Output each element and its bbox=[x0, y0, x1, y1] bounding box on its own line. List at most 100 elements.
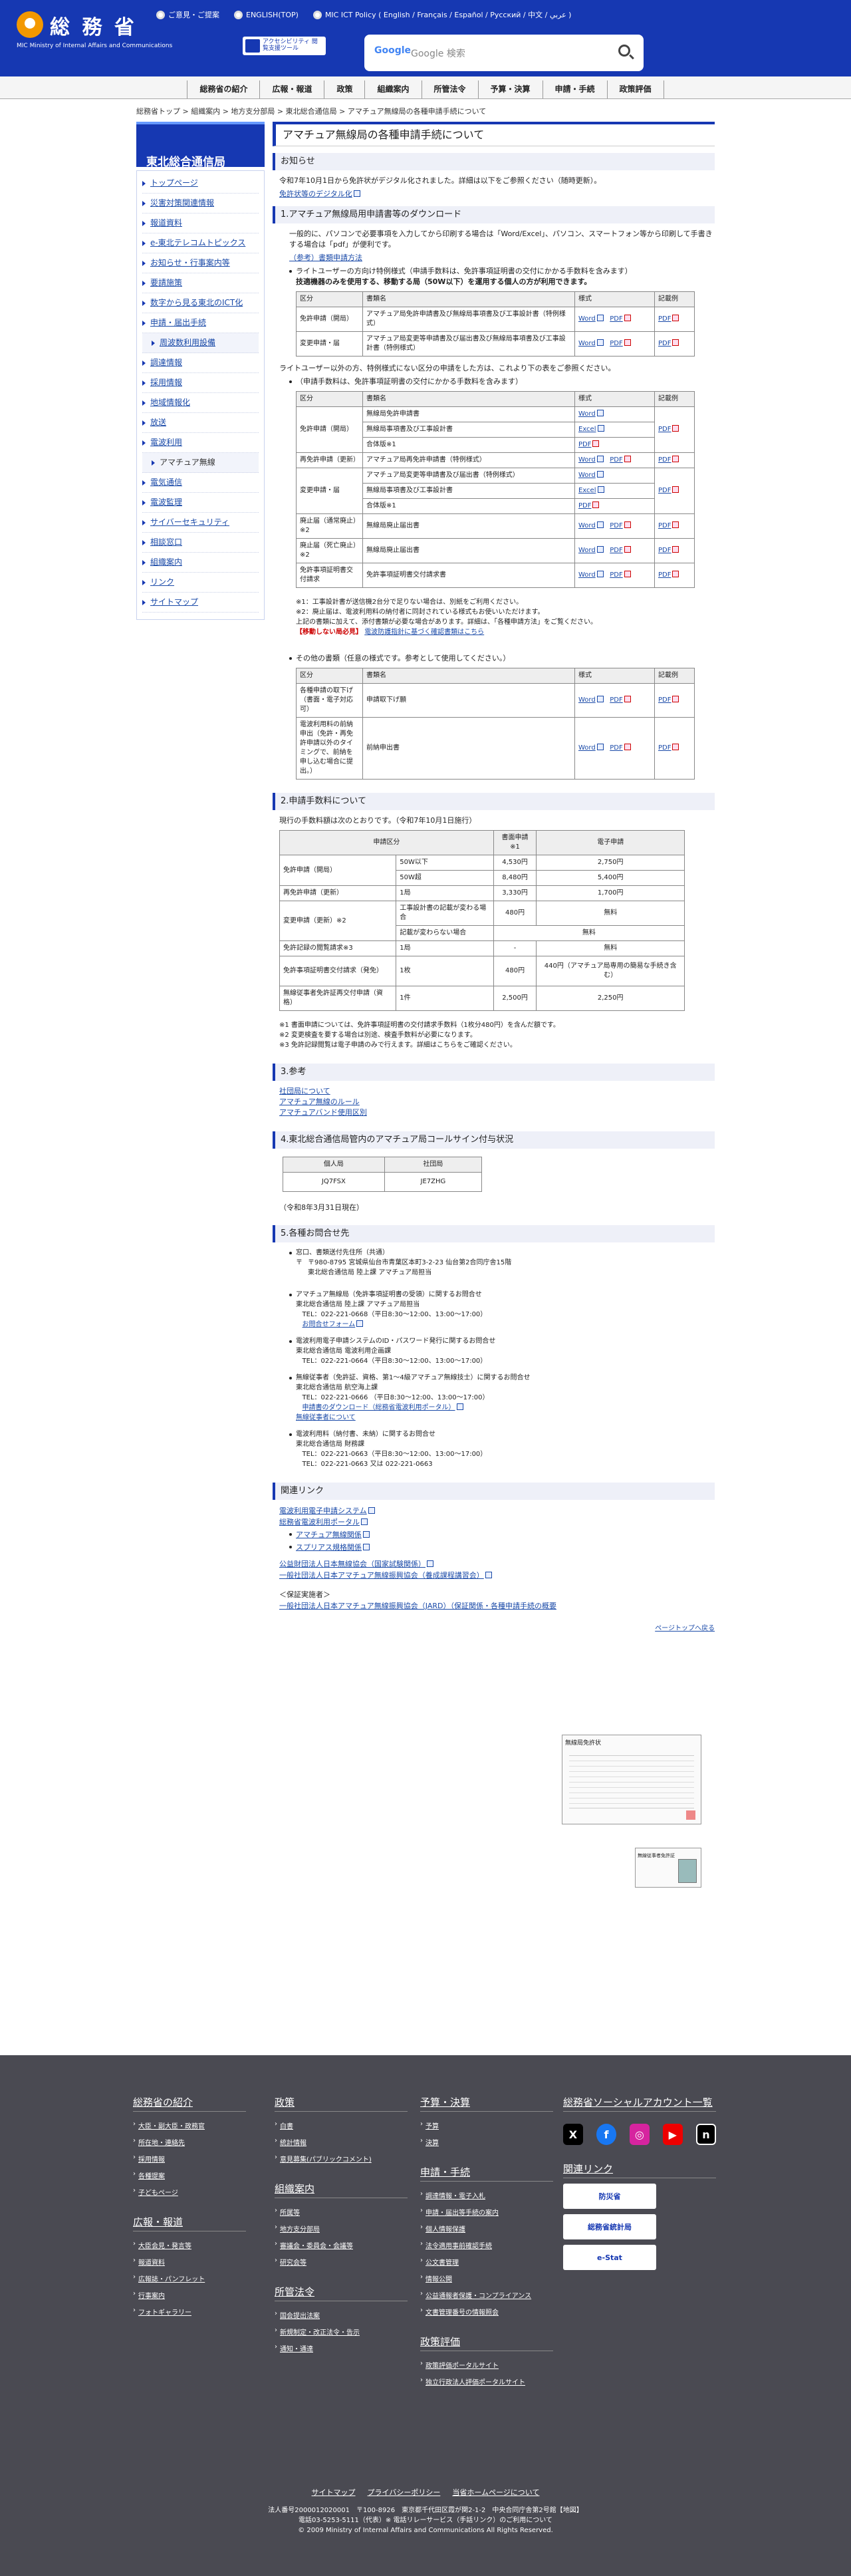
e-application-link[interactable]: 電波利用電子申請システム bbox=[279, 1506, 367, 1515]
sidebar-item[interactable]: お知らせ・行事案内等 bbox=[142, 253, 259, 273]
contact-link[interactable]: お問合せフォーム bbox=[303, 1321, 356, 1328]
x-icon[interactable]: X bbox=[563, 2124, 583, 2145]
contact-link[interactable]: 申請書のダウンロード（総務省電波利用ポータル） bbox=[303, 1404, 455, 1411]
footer-heading[interactable]: 広報・報道 bbox=[133, 2215, 246, 2231]
sidebar-item[interactable]: e-東北テレコムトピックス bbox=[142, 233, 259, 253]
word-download-link[interactable]: Word bbox=[578, 410, 596, 418]
pdf-download-link[interactable]: PDF bbox=[658, 487, 671, 494]
footer-link[interactable]: 大臣・副大臣・政務官 bbox=[133, 2117, 246, 2134]
footer-heading[interactable]: 所管法令 bbox=[275, 2285, 408, 2301]
notice-link[interactable]: 免許状等のデジタル化 bbox=[279, 190, 352, 198]
footer-link[interactable]: 独立行政法人評価ポータルサイト bbox=[420, 2373, 553, 2390]
pdf-download-link[interactable]: PDF bbox=[658, 315, 671, 323]
footer-bottom-link[interactable]: 当省ホームページについて bbox=[452, 2488, 539, 2498]
radio-protection-link[interactable]: 電波防護指針に基づく確認書類はこちら bbox=[364, 629, 484, 636]
footer-link[interactable]: 国会提出法案 bbox=[275, 2307, 408, 2323]
band-plan-link[interactable]: アマチュアバンド使用区別 bbox=[279, 1108, 367, 1117]
sidebar-item[interactable]: 報道資料 bbox=[142, 214, 259, 233]
sidebar-item[interactable]: 電波利用 bbox=[142, 433, 259, 453]
pdf-download-link[interactable]: PDF bbox=[610, 456, 622, 464]
sidebar-item[interactable]: 電気通信 bbox=[142, 473, 259, 493]
accessibility-tool-button[interactable]: アクセシビリティ 閲覧支援ツール bbox=[243, 37, 326, 55]
jard-course-link[interactable]: 一般社団法人日本アマチュア無線振興協会（養成課程講習会） bbox=[279, 1571, 484, 1580]
nav-item[interactable]: 組織案内 bbox=[365, 80, 422, 98]
footer-link[interactable]: 統計情報 bbox=[275, 2134, 408, 2150]
nav-item[interactable]: 予算・決算 bbox=[479, 80, 543, 98]
word-download-link[interactable]: Word bbox=[578, 744, 596, 752]
footer-link[interactable]: 政策評価ポータルサイト bbox=[420, 2357, 553, 2373]
footer-link[interactable]: 大臣会見・発言等 bbox=[133, 2237, 246, 2253]
exam-link[interactable]: 無線従事者について bbox=[296, 1414, 356, 1421]
word-download-link[interactable]: Word bbox=[578, 522, 596, 529]
word-download-link[interactable]: Word bbox=[578, 696, 596, 704]
rules-link[interactable]: アマチュア無線のルール bbox=[279, 1097, 360, 1106]
ict-policy-link[interactable]: MIC ICT Policy ( English / Français / Es… bbox=[312, 9, 571, 20]
facebook-icon[interactable]: f bbox=[596, 2124, 616, 2145]
footer-bottom-link[interactable]: プライバシーポリシー bbox=[368, 2488, 441, 2498]
sidebar-item[interactable]: 申請・届出手続 bbox=[142, 313, 259, 333]
footer-link[interactable]: 地方支分部局 bbox=[275, 2220, 408, 2237]
footer-link[interactable]: 予算 bbox=[420, 2117, 553, 2134]
sidebar-item[interactable]: サイバーセキュリティ bbox=[142, 513, 259, 533]
search-input[interactable]: Google 検索 bbox=[411, 47, 465, 60]
word-download-link[interactable]: Word bbox=[578, 472, 596, 479]
stats-bureau-banner[interactable]: 総務省統計局 bbox=[563, 2214, 656, 2239]
sidebar-item[interactable]: 電波監理 bbox=[142, 493, 259, 513]
search-box[interactable]: Google Google 検索 bbox=[364, 35, 644, 71]
footer-link[interactable]: 報道資料 bbox=[133, 2253, 246, 2270]
pdf-download-link[interactable]: PDF bbox=[658, 426, 671, 433]
pdf-download-link[interactable]: PDF bbox=[610, 571, 622, 579]
footer-link[interactable]: 通知・通達 bbox=[275, 2340, 408, 2357]
pdf-download-link[interactable]: PDF bbox=[658, 696, 671, 704]
footer-link[interactable]: 研究会等 bbox=[275, 2253, 408, 2270]
radio-portal-link[interactable]: 総務省電波利用ポータル bbox=[279, 1518, 360, 1526]
youtube-icon[interactable]: ▶ bbox=[662, 2124, 683, 2145]
sidebar-item[interactable]: 調達情報 bbox=[142, 353, 259, 373]
footer-heading[interactable]: 政策 bbox=[275, 2095, 408, 2112]
sidebar-item[interactable]: 周波数利用設備 bbox=[142, 333, 259, 353]
pdf-download-link[interactable]: PDF bbox=[610, 315, 622, 323]
excel-download-link[interactable]: Excel bbox=[578, 487, 596, 494]
pdf-download-link[interactable]: PDF bbox=[610, 696, 622, 704]
word-download-link[interactable]: Word bbox=[578, 315, 596, 323]
sidebar-item[interactable]: 採用情報 bbox=[142, 373, 259, 393]
sidebar-item[interactable]: 組織案内 bbox=[142, 553, 259, 573]
sidebar-item[interactable]: 地域情報化 bbox=[142, 393, 259, 413]
amateur-related-link[interactable]: アマチュア無線関係 bbox=[296, 1530, 362, 1539]
spurious-link[interactable]: スプリアス規格関係 bbox=[296, 1543, 362, 1552]
sidebar-item[interactable]: 放送 bbox=[142, 413, 259, 433]
bousai-banner[interactable]: 防災省 bbox=[563, 2184, 656, 2209]
nav-item[interactable]: 政策 bbox=[324, 80, 366, 98]
nav-item[interactable]: 政策評価 bbox=[608, 80, 664, 98]
page-top-link[interactable]: ページトップへ戻る bbox=[655, 1625, 715, 1632]
application-method-link[interactable]: （参考）書類申請方法 bbox=[289, 253, 362, 262]
footer-link[interactable]: 公文書管理 bbox=[420, 2253, 553, 2270]
footer-link[interactable]: 情報公開 bbox=[420, 2270, 553, 2287]
club-station-link[interactable]: 社団局について bbox=[279, 1087, 330, 1095]
nav-item[interactable]: 所管法令 bbox=[422, 80, 479, 98]
pdf-download-link[interactable]: PDF bbox=[610, 744, 622, 752]
footer-link[interactable]: 個人情報保護 bbox=[420, 2220, 553, 2237]
excel-download-link[interactable]: Excel bbox=[578, 426, 596, 433]
word-download-link[interactable]: Word bbox=[578, 340, 596, 347]
footer-link[interactable]: 所属等 bbox=[275, 2204, 408, 2220]
footer-link[interactable]: 白書 bbox=[275, 2117, 408, 2134]
note-icon[interactable]: n bbox=[695, 2124, 717, 2145]
footer-link[interactable]: 各種提案 bbox=[133, 2167, 246, 2184]
sidebar-item[interactable]: トップページ bbox=[142, 174, 259, 194]
pdf-download-link[interactable]: PDF bbox=[658, 547, 671, 554]
footer-link[interactable]: 意見募集(パブリックコメント) bbox=[275, 2150, 408, 2167]
breadcrumb[interactable]: 総務省トップ > 組織案内 > 地方支分部局 > 東北総合通信局 > アマチュア… bbox=[136, 106, 486, 116]
footer-link[interactable]: 審議会・委員会・会議等 bbox=[275, 2237, 408, 2253]
footer-link[interactable]: 公益通報者保護・コンプライアンス bbox=[420, 2287, 553, 2303]
jard-guarantee-link[interactable]: 一般社団法人日本アマチュア無線振興協会（JARD）（保証関係・各種申請手続の概要 bbox=[279, 1602, 556, 1610]
pdf-download-link[interactable]: PDF bbox=[658, 340, 671, 347]
footer-link[interactable]: 採用情報 bbox=[133, 2150, 246, 2167]
nav-item[interactable]: 申請・手続 bbox=[543, 80, 608, 98]
word-download-link[interactable]: Word bbox=[578, 547, 596, 554]
footer-link[interactable]: 調達情報・電子入札 bbox=[420, 2187, 553, 2204]
footer-link[interactable]: 子どもページ bbox=[133, 2184, 246, 2200]
footer-heading[interactable]: 申請・手続 bbox=[420, 2165, 553, 2182]
sidebar-item[interactable]: サイトマップ bbox=[142, 593, 259, 613]
pdf-download-link[interactable]: PDF bbox=[578, 502, 591, 509]
